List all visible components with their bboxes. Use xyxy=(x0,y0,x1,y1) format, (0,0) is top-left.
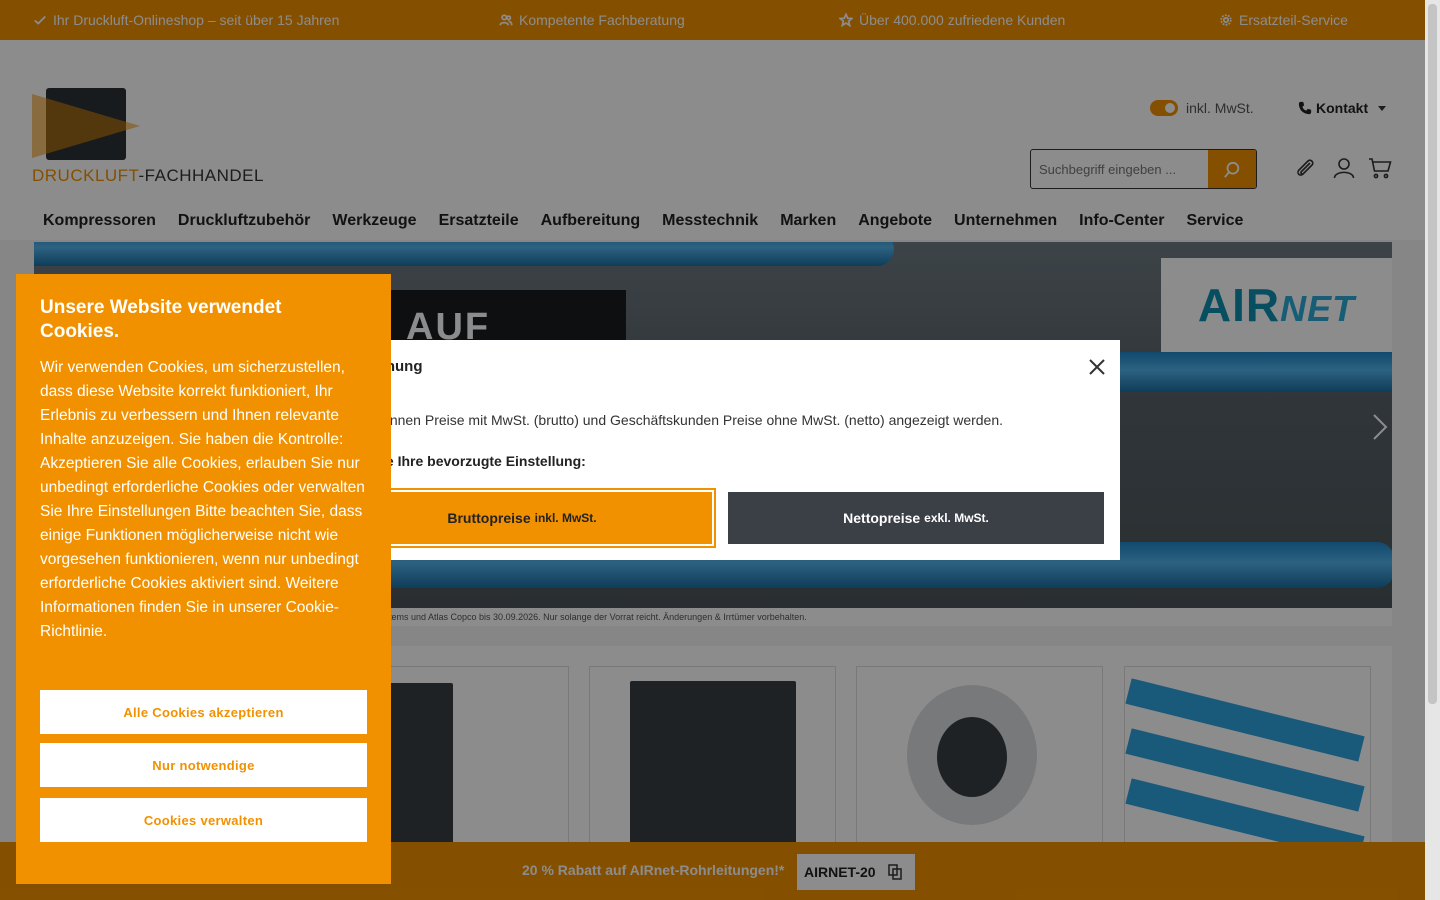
accept-all-cookies-button[interactable]: Alle Cookies akzeptieren xyxy=(40,690,367,734)
netto-suffix: exkl. MwSt. xyxy=(924,511,989,525)
brutto-label: Bruttopreise xyxy=(447,510,531,526)
close-icon[interactable] xyxy=(1088,358,1106,376)
netto-label: Nettopreise xyxy=(843,510,921,526)
manage-cookies-button[interactable]: Cookies verwalten xyxy=(40,798,367,842)
brutto-suffix: inkl. MwSt. xyxy=(534,511,597,525)
scrollbar-thumb[interactable] xyxy=(1428,4,1437,704)
tax-modal: szeichnung nden können Preise mit MwSt. … xyxy=(320,340,1120,560)
modal-text: nden können Preise mit MwSt. (brutto) un… xyxy=(340,412,1004,428)
necessary-cookies-button[interactable]: Nur notwendige xyxy=(40,743,367,787)
cookie-body: Wir verwenden Cookies, um sicherzustelle… xyxy=(40,359,365,640)
cookie-banner: Unsere Website verwendet Cookies. Wir ve… xyxy=(16,274,391,884)
netto-button[interactable]: Nettopreise exkl. MwSt. xyxy=(728,492,1104,544)
cookie-title: Unsere Website verwendet Cookies. xyxy=(40,297,282,342)
